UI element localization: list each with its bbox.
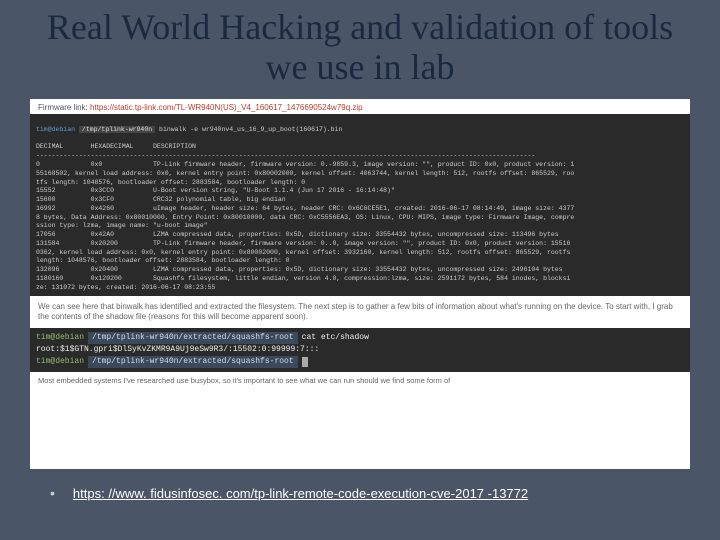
firmware-url: https://static.tp-link.com/TL-WR940N(US)… — [90, 103, 363, 112]
article-paragraph-2: Most embedded systems I've researched us… — [30, 372, 690, 389]
firmware-label: Firmware link: — [38, 103, 88, 112]
term-line: tfs length: 1048576, bootloader offset: … — [36, 179, 305, 186]
article-paragraph-1: We can see here that binwalk has identif… — [30, 296, 690, 329]
term-line: 1180160 0x120200 Squashfs filesystem, li… — [36, 275, 570, 282]
term-line: length: 1048576, bootloader offset: 2883… — [36, 257, 290, 264]
term-line: 8 bytes, Data Address: 0x80010000, Entry… — [36, 214, 574, 221]
term-user: tim@debian — [36, 126, 75, 133]
reference-link[interactable]: https: //www. fidusinfosec. com/tp-link-… — [73, 486, 528, 501]
term-line: 17056 0x42A0 LZMA compressed data, prope… — [36, 231, 559, 238]
cursor-icon — [302, 357, 308, 367]
term2-path: /tmp/tplink-wr940n/extracted/squashfs-ro… — [88, 332, 298, 344]
term-line: ze: 131072 bytes, created: 2016-06-17 08… — [36, 284, 215, 291]
term2-path: /tmp/tplink-wr940n/extracted/squashfs-ro… — [88, 356, 298, 368]
term-line: 0362, kernel load address: 0x0, kernel e… — [36, 249, 570, 256]
term-line: 132096 0x20400 LZMA compressed data, pro… — [36, 266, 563, 273]
term-divider: ----------------------------------------… — [36, 152, 535, 159]
term-header: DECIMAL HEXADECIMAL DESCRIPTION — [36, 143, 196, 150]
term2-row: tim@debian /tmp/tplink-wr940n/extracted/… — [36, 332, 684, 344]
term-line: 131584 0x20200 TP-Link firmware header, … — [36, 240, 570, 247]
term2-user: tim@debian — [36, 332, 84, 344]
firmware-link-row: Firmware link: https://static.tp-link.co… — [30, 99, 690, 114]
term-line: ssion type: lzma, image name: "u-boot im… — [36, 222, 208, 229]
term-line: 15552 0x3CC0 U-Boot version string, "U-B… — [36, 187, 395, 194]
terminal-shadow: tim@debian /tmp/tplink-wr940n/extracted/… — [30, 328, 690, 372]
term-path: /tmp/tplink-wr940n — [79, 126, 155, 133]
term-line: 16992 0x4260 uImage header, header size:… — [36, 205, 574, 212]
term2-user: tim@debian — [36, 356, 84, 368]
terminal-binwalk: tim@debian /tmp/tplink-wr940n binwalk -e… — [30, 114, 690, 295]
term-cmd: binwalk -e wr940nv4_us_16_9_up_boot(1606… — [159, 126, 342, 133]
reference-row: • https: //www. fidusinfosec. com/tp-lin… — [0, 469, 720, 501]
term2-cmd: cat etc/shadow — [302, 332, 369, 344]
bullet-icon: • — [50, 485, 55, 501]
slide-title: Real World Hacking and validation of too… — [0, 0, 720, 99]
term-line: 55168502, kernel load address: 0x0, kern… — [36, 170, 574, 177]
term2-row: tim@debian /tmp/tplink-wr940n/extracted/… — [36, 356, 684, 368]
term-line: 0 0x0 TP-Link firmware header, firmware … — [36, 161, 574, 168]
term2-output: root:$1$GTN.gpri$DlSyKvZKMR9A9Uj9eSw9R3/… — [36, 344, 684, 356]
term-line: 15600 0x3CF0 CRC32 polynomial table, big… — [36, 196, 286, 203]
screenshot-embed: Firmware link: https://static.tp-link.co… — [30, 99, 690, 469]
